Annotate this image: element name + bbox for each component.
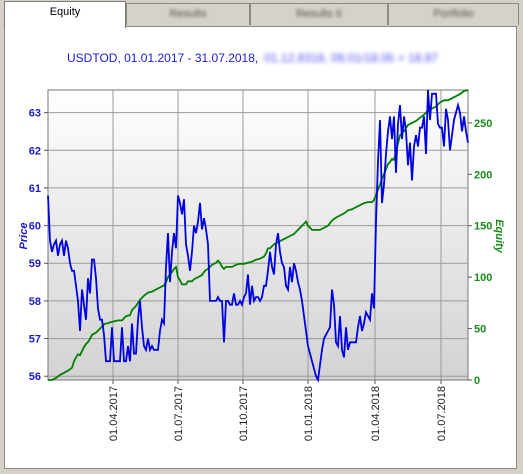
right-tick-label: 250	[474, 118, 492, 130]
x-tick-label: 01.10.2017	[238, 386, 250, 441]
right-tick-label: 50	[474, 324, 486, 336]
x-tick-label: 01.04.2017	[108, 386, 120, 441]
y-axis-label-price: Price	[18, 223, 30, 250]
left-tick-label: 56	[29, 371, 41, 383]
x-tick-label: 01.07.2017	[173, 386, 185, 441]
left-tick-label: 61	[29, 183, 41, 195]
left-tick-label: 60	[29, 221, 41, 233]
left-tick-label: 63	[29, 108, 41, 120]
right-tick-label: 150	[474, 221, 492, 233]
right-axis: 0 50 100 150 200 250	[468, 118, 492, 387]
left-tick-label: 59	[29, 258, 41, 270]
x-tick-label: 01.07.2018	[436, 386, 448, 441]
equity-chart: 56 57 58 59 60 61 62 63 0 50 100 150 200 250 01.04.2…	[18, 89, 505, 441]
x-axis: 01.04.2017 01.07.2017 01.10.2017 01.01.2018…	[108, 380, 448, 441]
x-tick-label: 01.04.2018	[370, 386, 382, 441]
right-tick-label: 100	[474, 272, 492, 284]
x-tick-label: 01.01.2018	[303, 386, 315, 441]
left-axis: 56 57 58 59 60 61 62 63	[29, 108, 48, 383]
y-axis-label-equity: Equity	[493, 219, 505, 253]
left-tick-label: 62	[29, 145, 41, 157]
right-tick-label: 0	[474, 375, 480, 387]
right-tick-label: 200	[474, 169, 492, 181]
tab-equity[interactable]: Equity	[4, 1, 126, 28]
tab-equity-label: Equity	[49, 6, 81, 18]
left-tick-label: 58	[29, 296, 41, 308]
left-tick-label: 57	[29, 334, 41, 346]
